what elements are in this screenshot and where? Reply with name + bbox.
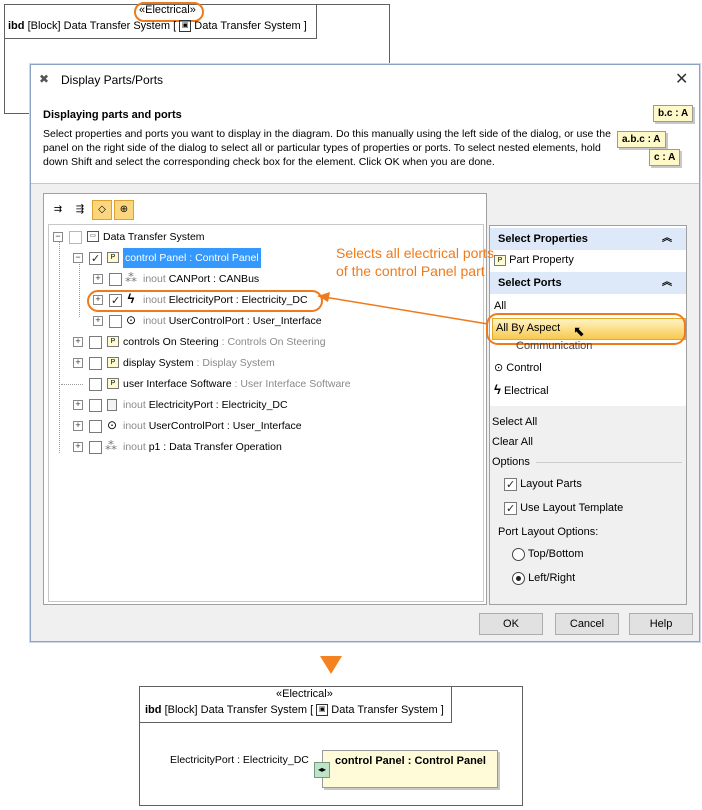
port-label: ElectricityPort : Electricity_DC: [170, 754, 309, 766]
part-label: control Panel : Control Panel: [335, 755, 486, 767]
port-icon[interactable]: ◂▸: [314, 762, 330, 778]
title-notch: [139, 686, 452, 723]
down-arrow-icon: [320, 656, 342, 674]
part-box[interactable]: control Panel : Control Panel: [322, 750, 498, 788]
